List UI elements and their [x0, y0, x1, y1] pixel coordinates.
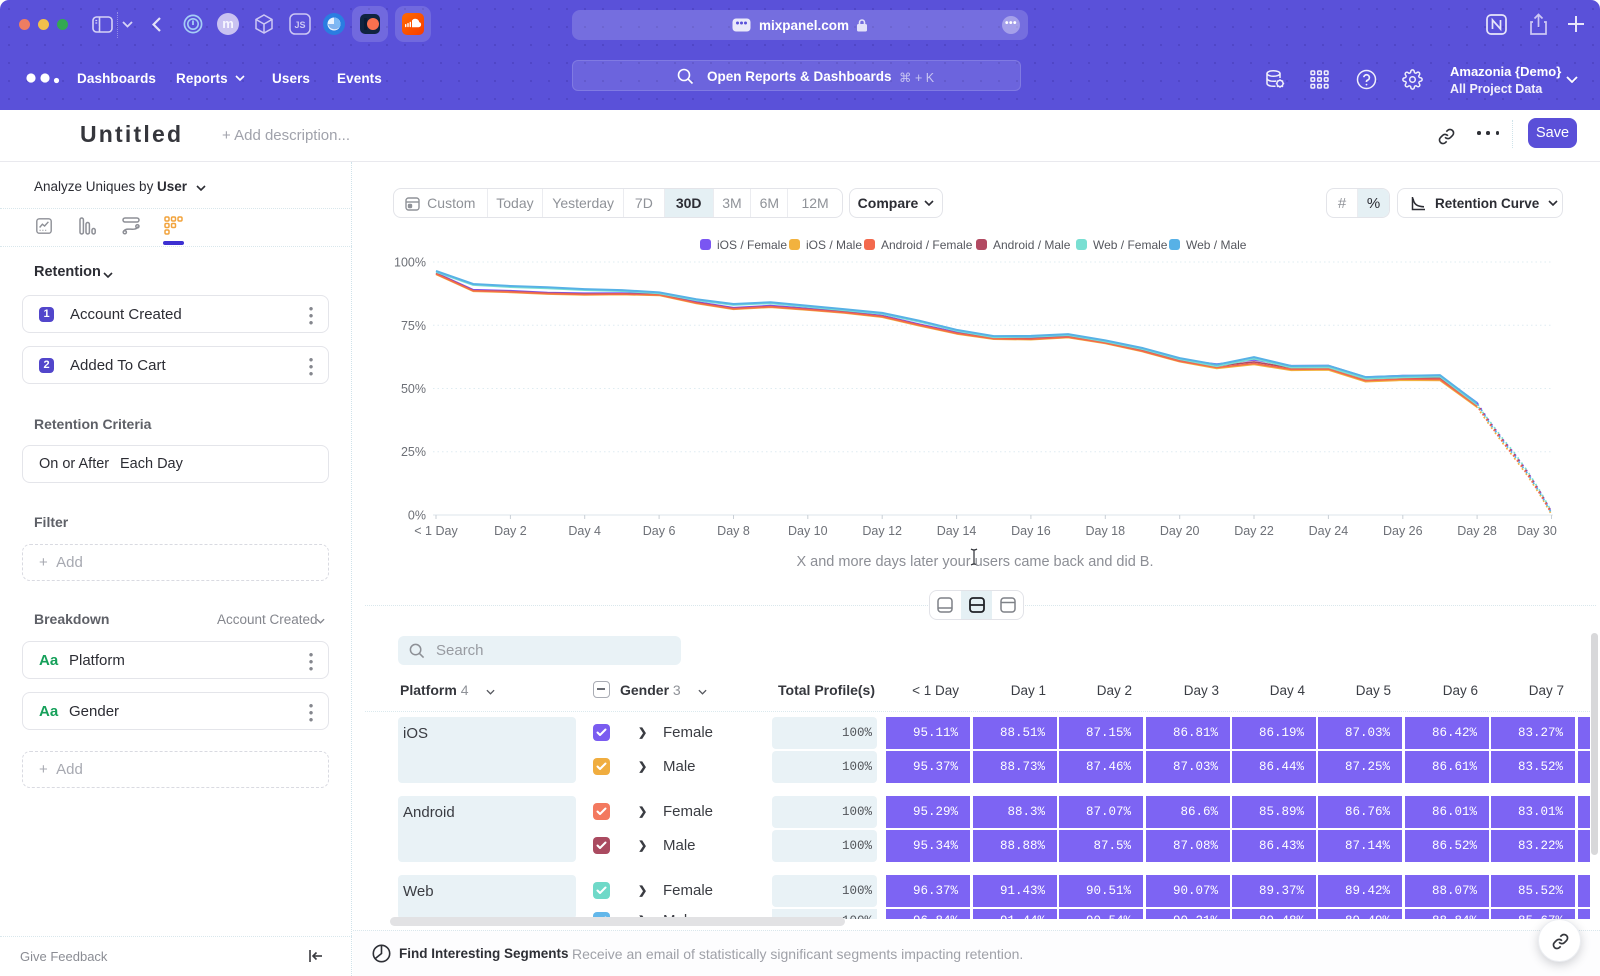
svg-text:Day 22: Day 22 — [1234, 524, 1274, 538]
svg-text:Day 8: Day 8 — [717, 524, 750, 538]
svg-text:< 1 Day: < 1 Day — [414, 524, 458, 538]
svg-text:Day 12: Day 12 — [862, 524, 902, 538]
svg-text:Day 10: Day 10 — [788, 524, 828, 538]
svg-text:Day 2: Day 2 — [494, 524, 527, 538]
svg-text:Day 20: Day 20 — [1160, 524, 1200, 538]
svg-text:Day 6: Day 6 — [643, 524, 676, 538]
svg-text:50%: 50% — [401, 382, 426, 396]
svg-text:Day 24: Day 24 — [1309, 524, 1349, 538]
svg-text:0%: 0% — [408, 509, 426, 523]
svg-text:75%: 75% — [401, 319, 426, 333]
svg-text:25%: 25% — [401, 445, 426, 459]
svg-text:Day 26: Day 26 — [1383, 524, 1423, 538]
svg-text:Day 16: Day 16 — [1011, 524, 1051, 538]
svg-text:Day 28: Day 28 — [1457, 524, 1497, 538]
svg-text:Day 14: Day 14 — [937, 524, 977, 538]
svg-text:100%: 100% — [394, 256, 426, 270]
svg-text:Day 30: Day 30 — [1517, 524, 1557, 538]
svg-text:Day 4: Day 4 — [568, 524, 601, 538]
svg-text:Day 18: Day 18 — [1085, 524, 1125, 538]
